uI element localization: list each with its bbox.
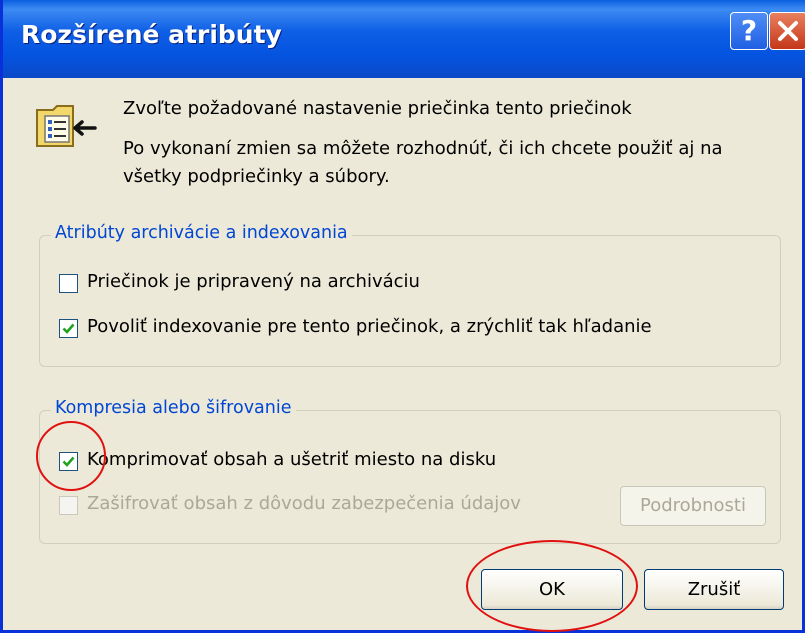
title-bar[interactable]: Rozšírené atribúty ?: [3, 0, 805, 78]
archive-ready-label[interactable]: Priečinok je pripravený na archiváciu: [87, 271, 420, 292]
details-button[interactable]: Podrobnosti: [620, 486, 766, 526]
help-icon: ?: [740, 14, 758, 47]
dialog-title: Rozšírené atribúty: [21, 20, 282, 49]
encrypt-label[interactable]: Zašifrovať obsah z dôvodu zabezpečenia ú…: [87, 493, 521, 514]
indexing-label[interactable]: Povoliť indexovanie pre tento priečinok,…: [87, 316, 652, 337]
archive-ready-checkbox[interactable]: [59, 274, 78, 293]
archive-group-legend: Atribúty archivácie a indexovania: [51, 223, 352, 243]
checkmark-icon: [62, 323, 75, 334]
intro-text-line1: Zvoľte požadované nastavenie priečinka t…: [123, 98, 632, 119]
help-button[interactable]: ?: [730, 12, 768, 50]
checkmark-icon: [62, 456, 75, 467]
compress-label[interactable]: Komprimovať obsah a ušetriť miesto na di…: [87, 449, 496, 470]
compress-checkbox[interactable]: [59, 452, 78, 471]
cancel-button[interactable]: Zrušiť: [644, 569, 784, 610]
intro-text-line2: Po vykonaní zmien sa môžete rozhodnúť, č…: [123, 138, 723, 159]
ok-button[interactable]: OK: [481, 569, 623, 610]
encrypt-checkbox[interactable]: [59, 496, 78, 515]
intro-text-line3: všetky podpriečinky a súbory.: [123, 166, 390, 187]
compress-group-legend: Kompresia alebo šifrovanie: [51, 398, 296, 418]
archive-index-group: [39, 235, 781, 367]
folder-options-icon: [36, 105, 97, 147]
close-icon: [778, 21, 798, 41]
close-button[interactable]: [769, 12, 805, 50]
indexing-checkbox[interactable]: [59, 319, 78, 338]
advanced-attributes-dialog: Rozšírené atribúty ? Zvoľte požadované n…: [0, 0, 805, 633]
